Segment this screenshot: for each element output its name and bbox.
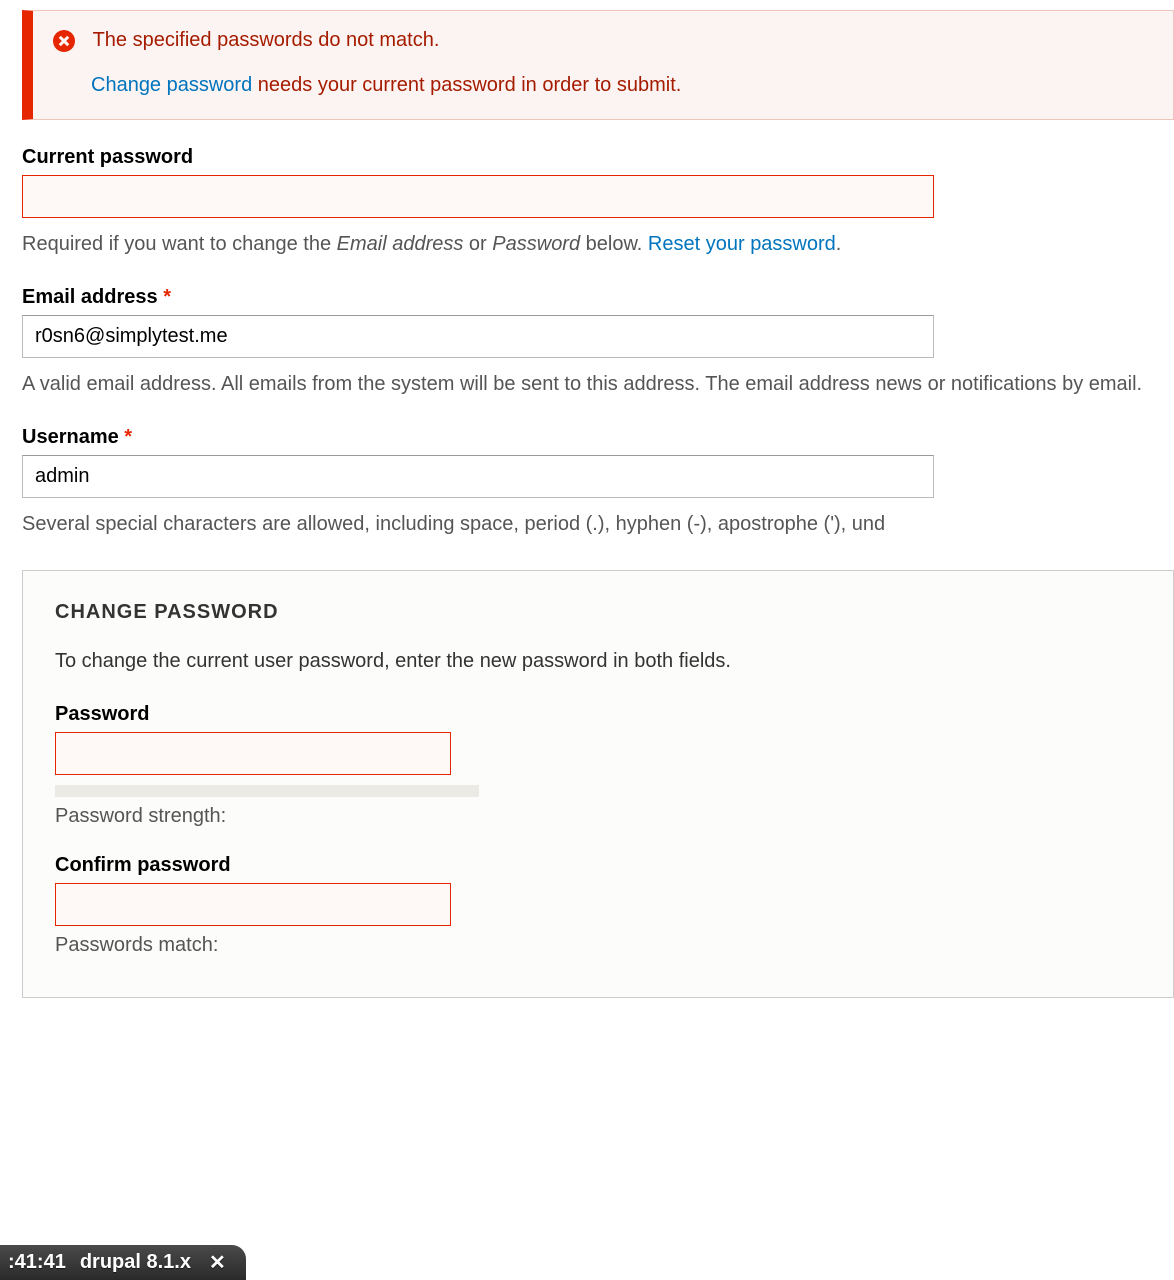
username-field-wrapper: Username * Several special characters ar… [22,426,1174,540]
error-text-2-rest: needs your current password in order to … [252,74,681,96]
required-star-icon: * [124,426,132,448]
current-password-input[interactable] [22,175,934,218]
error-icon [53,30,75,52]
username-label: Username * [22,426,1174,449]
password-field-wrapper: Password Password strength: [55,703,1141,828]
password-input[interactable] [55,732,451,775]
confirm-password-input[interactable] [55,883,451,926]
close-icon[interactable]: ✕ [205,1250,230,1275]
error-message-box: The specified passwords do not match. Ch… [22,10,1174,120]
reset-password-link[interactable]: Reset your password [648,233,836,255]
password-strength-bar [55,785,479,797]
current-password-field-wrapper: Current password Required if you want to… [22,146,1174,260]
password-strength-label: Password strength: [55,805,1141,828]
error-text-2: Change password needs your current passw… [91,74,1153,97]
passwords-match-label: Passwords match: [55,934,1141,957]
required-star-icon: * [163,286,171,308]
username-description: Several special characters are allowed, … [22,508,1174,540]
taskbar: :41:41 drupal 8.1.x ✕ [0,1245,246,1280]
taskbar-title: drupal 8.1.x [80,1251,191,1274]
current-password-description: Required if you want to change the Email… [22,228,1174,260]
confirm-password-field-wrapper: Confirm password Passwords match: [55,854,1141,957]
change-password-legend: CHANGE PASSWORD [55,601,1141,624]
error-text-1: The specified passwords do not match. [93,29,440,51]
change-password-intro: To change the current user password, ent… [55,650,1141,673]
taskbar-time: :41:41 [8,1251,66,1274]
username-input[interactable] [22,455,934,498]
current-password-label: Current password [22,146,1174,169]
change-password-link[interactable]: Change password [91,74,252,96]
email-label: Email address * [22,286,1174,309]
confirm-password-label: Confirm password [55,854,1141,877]
email-input[interactable] [22,315,934,358]
email-field-wrapper: Email address * A valid email address. A… [22,286,1174,400]
password-label: Password [55,703,1141,726]
email-description: A valid email address. All emails from t… [22,368,1174,400]
change-password-fieldset: CHANGE PASSWORD To change the current us… [22,570,1174,998]
